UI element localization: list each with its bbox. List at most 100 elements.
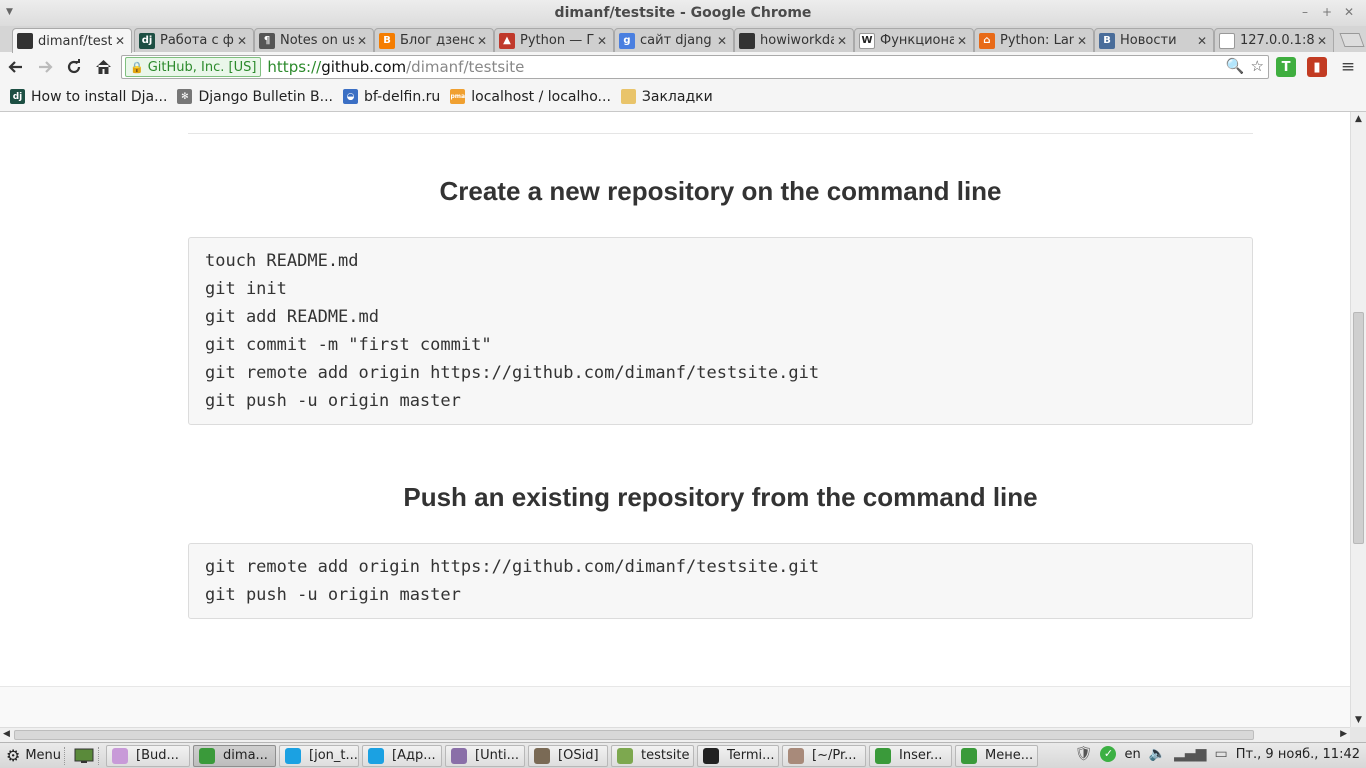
tab-2[interactable]: ¶ Notes on us ✕: [254, 28, 374, 52]
close-tab-icon[interactable]: ✕: [1077, 34, 1089, 48]
update-check-icon[interactable]: ✓: [1100, 746, 1117, 762]
tab-0[interactable]: dimanf/test ✕: [12, 28, 132, 53]
tab-6[interactable]: howiworkda ✕: [734, 28, 854, 52]
close-tab-icon[interactable]: ✕: [1197, 34, 1209, 48]
gear-icon: ⚙: [6, 746, 21, 765]
task-list: [Bud... dima... [jon_t... [Адр... [Unti... [O…: [103, 744, 1039, 767]
window-title: dimanf/testsite - Google Chrome: [554, 5, 812, 21]
bookmark-item[interactable]: ◒ bf-delfin.ru: [343, 89, 440, 105]
back-button[interactable]: [3, 54, 29, 80]
ev-certificate-label: GitHub, Inc. [US]: [147, 59, 257, 75]
push-repo-code[interactable]: git remote add origin https://github.com…: [188, 543, 1253, 619]
horizontal-scroll-thumb[interactable]: [14, 730, 1254, 740]
forward-arrow-icon: [39, 61, 53, 73]
close-tab-icon[interactable]: ✕: [237, 34, 249, 48]
taskbar-item[interactable]: [~/Pr...: [782, 744, 867, 767]
taskbar-item[interactable]: Мене...: [955, 744, 1039, 767]
taskbar-item-label: dima...: [223, 748, 268, 763]
vertical-scroll-thumb[interactable]: [1353, 312, 1364, 544]
tab-label: Новости: [1120, 33, 1177, 48]
shield-icon[interactable]: 🛡: [1075, 746, 1093, 762]
tab-3[interactable]: B Блог дзенс ✕: [374, 28, 494, 52]
bookmark-item[interactable]: pma localhost / localho...: [450, 89, 611, 105]
scroll-right-icon[interactable]: ▶: [1340, 729, 1347, 739]
taskbar-item[interactable]: testsite: [611, 744, 695, 767]
extension-t-icon[interactable]: T: [1276, 57, 1296, 77]
extension-bookmark-icon[interactable]: ▮: [1307, 57, 1327, 77]
create-repo-code[interactable]: touch README.md git init git add README.md…: [188, 237, 1253, 425]
code-line: git add README.md: [205, 307, 379, 327]
close-tab-icon[interactable]: ✕: [1317, 34, 1329, 48]
taskbar-item[interactable]: [Bud...: [106, 744, 191, 767]
clock[interactable]: Пт., 9 нояб., 11:42: [1236, 747, 1360, 762]
new-tab-button[interactable]: [1339, 33, 1365, 47]
battery-icon[interactable]: ▭: [1214, 746, 1227, 762]
ev-certificate-badge[interactable]: 🔒 GitHub, Inc. [US]: [125, 57, 262, 77]
skype-icon: [368, 747, 385, 764]
close-tab-icon[interactable]: ✕: [115, 34, 127, 48]
taskbar-item[interactable]: [Адр...: [362, 744, 443, 767]
taskbar-item[interactable]: [Unti...: [445, 744, 526, 767]
vertical-scrollbar[interactable]: ▲ ▼: [1350, 112, 1366, 727]
tab-10[interactable]: 127.0.0.1:8 ✕: [1214, 28, 1334, 52]
show-desktop-button[interactable]: [73, 746, 95, 766]
chrome-menu-icon[interactable]: ≡: [1338, 57, 1358, 77]
taskbar-item[interactable]: [jon_t...: [279, 744, 360, 767]
forward-button[interactable]: [32, 54, 58, 80]
tab-label: Функциона: [880, 33, 954, 48]
taskbar-item-label: [OSid]: [558, 748, 599, 763]
maximize-icon[interactable]: +: [1318, 4, 1336, 20]
start-menu-label: Menu: [25, 748, 62, 763]
tab-8[interactable]: ⌂ Python: Lan ✕: [974, 28, 1094, 52]
scroll-up-icon[interactable]: ▲: [1353, 114, 1364, 124]
reload-button[interactable]: [61, 54, 87, 80]
scroll-down-icon[interactable]: ▼: [1353, 715, 1364, 725]
close-tab-icon[interactable]: ✕: [477, 34, 489, 48]
horizontal-scrollbar[interactable]: ◀ ▶: [0, 727, 1350, 742]
bookmark-item[interactable]: dj How to install Dja...: [10, 89, 167, 105]
close-tab-icon[interactable]: ✕: [357, 34, 369, 48]
tab-1[interactable]: dj Работа с фс ✕: [134, 28, 254, 52]
taskbar-item[interactable]: [OSid]: [528, 744, 609, 767]
push-repo-heading: Push an existing repository from the com…: [403, 482, 1038, 512]
tab-5[interactable]: g сайт djang ✕: [614, 28, 734, 52]
django-icon: dj: [10, 89, 25, 104]
bookmark-label: bf-delfin.ru: [364, 88, 441, 105]
bookmark-star-icon[interactable]: ☆: [1251, 57, 1264, 75]
home-button[interactable]: [90, 54, 116, 80]
start-menu-button[interactable]: ⚙ Menu: [6, 746, 61, 765]
taskbar-item[interactable]: Termi...: [697, 744, 780, 767]
scroll-left-icon[interactable]: ◀: [3, 729, 10, 739]
tab-4[interactable]: ▲ Python — Г ✕: [494, 28, 614, 52]
close-tab-icon[interactable]: ✕: [597, 34, 609, 48]
minimize-icon[interactable]: –: [1296, 4, 1314, 20]
browser-toolbar: 🔒 GitHub, Inc. [US] https://github.com/d…: [0, 52, 1366, 82]
bookmark-item[interactable]: ✻ Django Bulletin B...: [177, 89, 333, 105]
taskbar-item-label: [~/Pr...: [812, 748, 857, 763]
zoom-icon[interactable]: 🔍: [1226, 57, 1245, 75]
close-tab-icon[interactable]: ✕: [837, 34, 849, 48]
close-tab-icon[interactable]: ✕: [957, 34, 969, 48]
tab-9[interactable]: B Новости ✕: [1094, 28, 1214, 52]
taskbar-item[interactable]: dima...: [193, 744, 277, 767]
network-icon[interactable]: ▂▄▆: [1174, 746, 1206, 762]
url-text[interactable]: https://github.com/dimanf/testsite: [267, 58, 524, 76]
tab-7[interactable]: W Функциона ✕: [854, 28, 974, 52]
taskbar-item-label: Inser...: [899, 748, 943, 763]
google-icon: g: [619, 32, 635, 49]
code-line: touch README.md: [205, 251, 359, 271]
skype-icon: [285, 747, 302, 764]
taskbar-item[interactable]: Inser...: [869, 744, 953, 767]
bookmark-item[interactable]: Закладки: [620, 89, 713, 105]
taskbar-separator: [64, 746, 66, 765]
page-icon: [1219, 32, 1235, 49]
delfin-icon: ◒: [343, 89, 359, 104]
close-window-icon[interactable]: ✕: [1340, 4, 1358, 20]
window-menu-icon[interactable]: ▼: [6, 7, 13, 17]
wikipedia-icon: W: [859, 32, 875, 49]
close-tab-icon[interactable]: ✕: [717, 34, 729, 48]
volume-icon[interactable]: 🔈: [1149, 746, 1166, 762]
keyboard-layout[interactable]: en: [1124, 747, 1140, 762]
address-bar[interactable]: 🔒 GitHub, Inc. [US] https://github.com/d…: [121, 55, 1269, 79]
tab-label: Notes on us: [280, 33, 354, 48]
